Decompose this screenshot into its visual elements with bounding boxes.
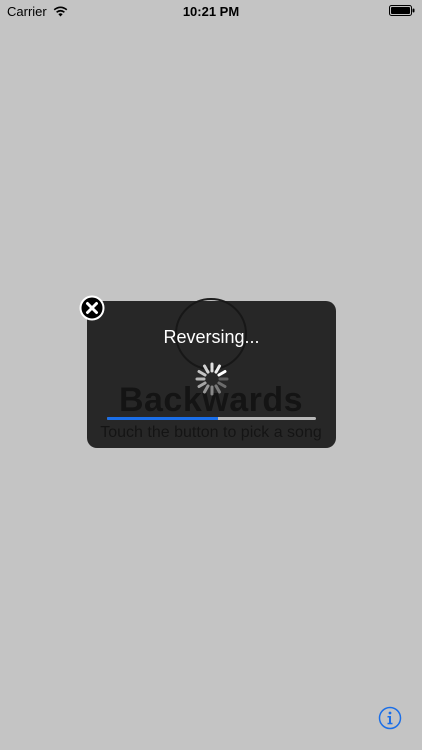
status-bar: Carrier 10:21 PM: [0, 0, 422, 22]
battery-icon: [389, 5, 415, 16]
spinner-spoke: [214, 364, 221, 374]
spinner-spoke: [203, 384, 210, 394]
info-button[interactable]: [378, 706, 402, 730]
spinner-spoke: [203, 364, 210, 374]
info-icon: [378, 706, 402, 730]
spinner-spoke: [214, 384, 221, 394]
progress-fill: [107, 417, 218, 420]
spinner-icon: [195, 362, 229, 396]
progress-hud: Reversing...: [87, 301, 336, 448]
hud-title: Reversing...: [163, 327, 260, 347]
progress-bar: [107, 417, 316, 420]
status-time: 10:21 PM: [182, 4, 240, 19]
spinner-spoke: [197, 381, 207, 388]
close-button[interactable]: [79, 295, 105, 321]
spinner-spoke: [217, 370, 227, 377]
spinner-spoke: [197, 370, 207, 377]
spinner-spoke: [217, 381, 227, 388]
